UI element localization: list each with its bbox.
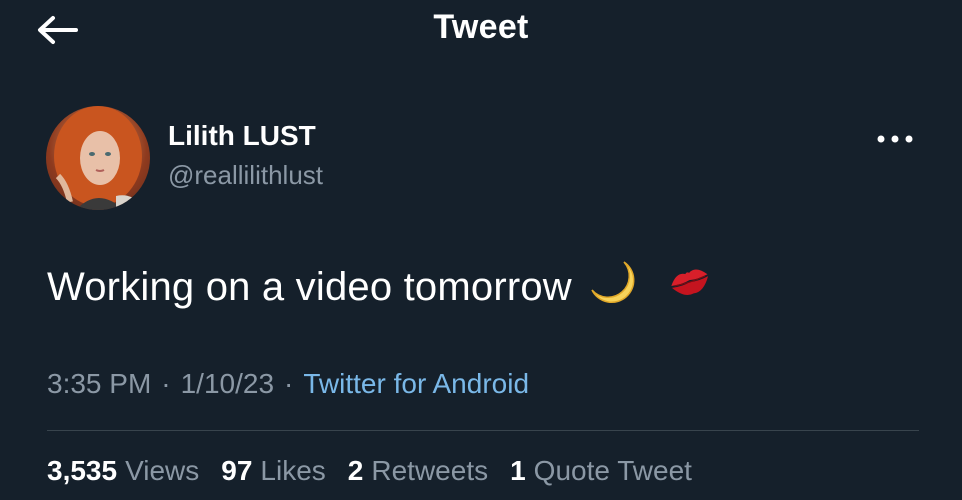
tweet-text: Working on a video tomorrow [47,258,712,316]
retweets-label: Retweets [371,455,489,486]
tweet-body: Working on a video tomorrow [47,264,572,309]
quote-tweets-stat[interactable]: 1 Quote Tweet [510,455,692,487]
likes-stat[interactable]: 97 Likes [221,455,326,487]
crescent-moon-icon [588,258,640,316]
top-bar: Tweet [0,0,962,60]
tweet-source-link[interactable]: Twitter for Android [303,368,529,399]
more-options-button[interactable] [872,124,918,154]
avatar[interactable] [46,106,150,210]
likes-count: 97 [221,455,253,486]
more-icon [877,135,913,143]
divider [47,430,919,431]
tweet-time: 3:35 PM [47,368,152,399]
page-title: Tweet [433,8,529,46]
kiss-mark-icon [668,264,712,310]
tweet-meta: 3:35 PM · 1/10/23 · Twitter for Android [47,368,530,399]
quotes-count: 1 [510,455,526,486]
author-display-name[interactable]: Lilith LUST [168,120,316,152]
views-stat[interactable]: 3,535 Views [47,455,199,487]
views-count: 3,535 [47,455,118,486]
tweet-stats: 3,535 Views 97 Likes 2 Retweets 1 Quote Twee… [47,455,714,487]
retweets-stat[interactable]: 2 Retweets [348,455,488,487]
views-label: Views [125,455,200,486]
retweets-count: 2 [347,455,364,486]
tweet-date: 1/10/23 [180,368,275,399]
author-handle[interactable]: @reallilithlust [168,160,323,191]
quotes-label: Quote Tweet [533,455,692,486]
likes-label: Likes [260,455,326,486]
